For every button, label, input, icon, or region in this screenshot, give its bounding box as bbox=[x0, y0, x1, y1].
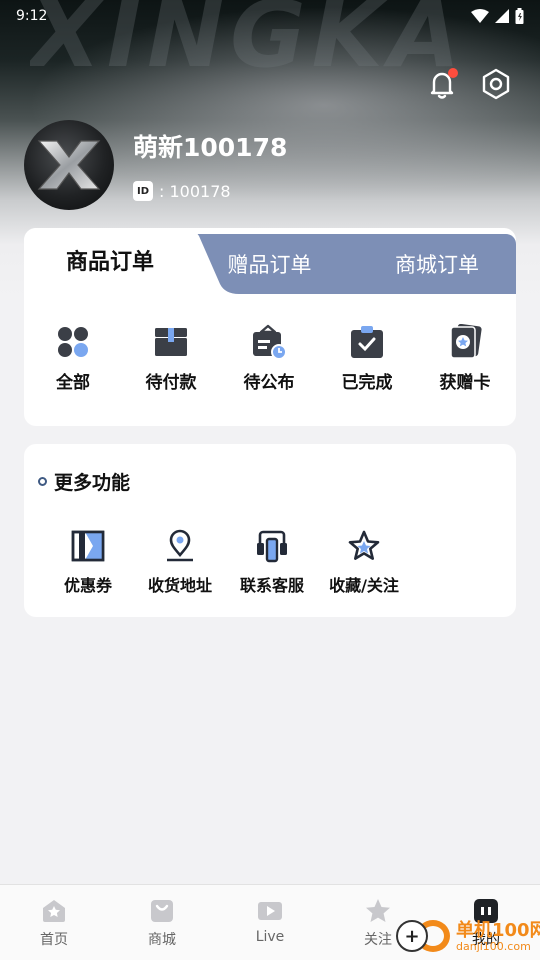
nav-shop[interactable]: 商城 bbox=[108, 885, 216, 960]
nav-label: 关注 bbox=[364, 932, 392, 948]
home-icon bbox=[43, 900, 65, 922]
wifi-icon bbox=[471, 9, 489, 23]
star-icon bbox=[346, 528, 382, 564]
order-item-label: 待公布 bbox=[243, 373, 295, 393]
order-status-list: 全部 待付款 待公布 已完成 获赠卡 bbox=[24, 324, 516, 393]
star-icon bbox=[366, 899, 390, 922]
orders-card: 商品订单 赠品订单 商城订单 全部 待付款 待公布 已完成 获赠卡 bbox=[24, 228, 516, 426]
func-item-coupons[interactable]: 优惠券 bbox=[42, 528, 134, 596]
nav-home[interactable]: 首页 bbox=[0, 885, 108, 960]
signal-icon bbox=[495, 9, 509, 23]
nav-live[interactable]: Live bbox=[216, 885, 324, 960]
func-item-label: 收藏/关注 bbox=[329, 576, 399, 595]
func-item-label: 收货地址 bbox=[147, 576, 212, 595]
func-item-customer-service[interactable]: 联系客服 bbox=[226, 528, 318, 596]
avatar[interactable] bbox=[24, 120, 114, 210]
live-play-icon bbox=[258, 902, 282, 920]
avatar-x-logo-icon bbox=[37, 140, 101, 190]
func-item-label: 优惠券 bbox=[63, 576, 112, 595]
gift-card-icon bbox=[447, 324, 483, 360]
more-functions-card: 更多功能 优惠券 收货地址 联系客服 收藏/关注 bbox=[24, 444, 516, 617]
tab-gift-orders[interactable]: 赠品订单 bbox=[202, 234, 337, 294]
tab-goods-orders[interactable]: 商品订单 bbox=[24, 230, 196, 290]
order-item-label: 已完成 bbox=[341, 373, 393, 393]
coupon-icon bbox=[70, 528, 106, 564]
more-functions-title-text: 更多功能 bbox=[54, 472, 131, 494]
order-item-all[interactable]: 全部 bbox=[24, 324, 122, 393]
order-item-label: 获赠卡 bbox=[439, 373, 491, 393]
order-item-pending-announce[interactable]: 待公布 bbox=[220, 324, 318, 393]
order-item-pending-payment[interactable]: 待付款 bbox=[122, 324, 220, 393]
site-watermark-logo: + 单机100网 danji100.com bbox=[392, 914, 540, 960]
func-item-address[interactable]: 收货地址 bbox=[134, 528, 226, 596]
completed-check-icon bbox=[349, 324, 385, 360]
status-time: 9:12 bbox=[16, 8, 48, 24]
wallet-icon bbox=[153, 324, 189, 360]
status-bar: 9:12 bbox=[0, 0, 540, 32]
section-dot-icon bbox=[38, 477, 47, 486]
nav-label: 首页 bbox=[40, 932, 68, 948]
username: 萌新100178 bbox=[133, 133, 288, 162]
battery-icon bbox=[515, 8, 524, 24]
order-item-gift-cards[interactable]: 获赠卡 bbox=[416, 324, 514, 393]
nav-label: 商城 bbox=[148, 932, 176, 948]
customer-service-icon bbox=[254, 528, 290, 564]
id-badge: ID bbox=[133, 181, 153, 201]
more-functions-title: 更多功能 bbox=[38, 468, 130, 495]
tab-mall-orders[interactable]: 商城订单 bbox=[362, 234, 512, 294]
user-id-value: : 100178 bbox=[159, 181, 231, 201]
settings-button[interactable] bbox=[478, 66, 514, 102]
watermark-plus-icon: + bbox=[396, 920, 428, 952]
order-item-label: 待付款 bbox=[145, 373, 197, 393]
nav-label: Live bbox=[255, 929, 285, 945]
more-functions-list: 优惠券 收货地址 联系客服 收藏/关注 bbox=[42, 528, 410, 596]
order-item-completed[interactable]: 已完成 bbox=[318, 324, 416, 393]
watermark-site-name: 单机100网 bbox=[456, 920, 540, 941]
pending-announce-icon bbox=[251, 324, 287, 360]
notification-bell-button[interactable] bbox=[424, 66, 460, 102]
func-item-label: 联系客服 bbox=[239, 576, 304, 595]
user-id-row: ID : 100178 bbox=[133, 181, 231, 201]
grid-icon bbox=[55, 324, 91, 360]
notification-badge bbox=[448, 68, 458, 78]
shop-bag-icon bbox=[151, 900, 173, 922]
func-item-favorites[interactable]: 收藏/关注 bbox=[318, 528, 410, 596]
order-item-label: 全部 bbox=[56, 373, 90, 393]
gear-icon bbox=[482, 68, 510, 100]
location-icon bbox=[162, 528, 198, 564]
watermark-site-url: danji100.com bbox=[456, 940, 531, 953]
